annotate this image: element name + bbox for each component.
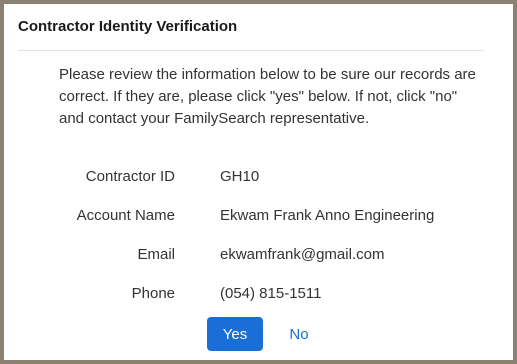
phone-value: (054) 815-1511 (220, 285, 322, 302)
email-value: ekwamfrank@gmail.com (220, 246, 385, 263)
account-name-value: Ekwam Frank Anno Engineering (220, 207, 435, 224)
email-label: Email (137, 246, 175, 263)
yes-button[interactable]: Yes (207, 317, 263, 351)
contractor-id-value: GH10 (220, 168, 260, 185)
account-name-row: Account Name Ekwam Frank Anno Engineerin… (4, 207, 513, 229)
account-name-label: Account Name (76, 207, 175, 224)
phone-row: Phone (054) 815-1511 (4, 285, 513, 307)
no-button[interactable]: No (279, 317, 319, 351)
title-divider (18, 50, 484, 51)
contractor-id-label: Contractor ID (85, 168, 175, 185)
phone-label: Phone (131, 285, 175, 302)
verification-dialog: Contractor Identity Verification Please … (4, 4, 513, 360)
contractor-id-row: Contractor ID GH10 (4, 168, 513, 190)
verification-message: Please review the information below to b… (59, 66, 476, 127)
dialog-title: Contractor Identity Verification (18, 18, 238, 35)
email-row: Email ekwamfrank@gmail.com (4, 246, 513, 268)
